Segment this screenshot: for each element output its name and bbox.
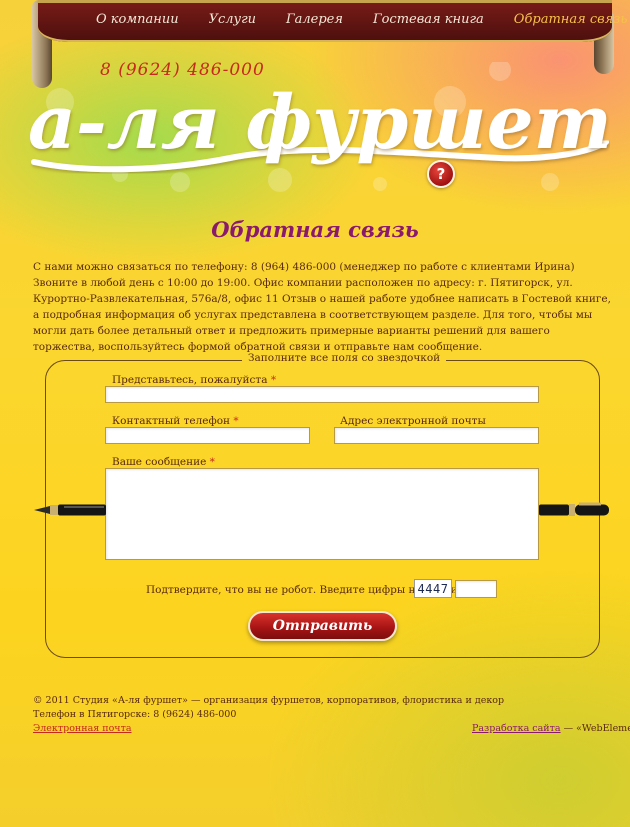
nav-item-about[interactable]: О компании — [96, 12, 179, 32]
email-input[interactable] — [334, 427, 539, 444]
header-phone: 8 (9624) 486-000 — [100, 60, 265, 80]
logo-text: а-ля фуршет — [30, 80, 610, 166]
footer-email-link[interactable]: Электронная почта — [33, 723, 132, 734]
help-button[interactable]: ? — [427, 160, 455, 188]
site-logo[interactable]: а-ля фуршет — [28, 59, 612, 192]
pen-left-decoration — [34, 504, 106, 516]
pen-right-decoration — [539, 502, 609, 516]
phone-label: Контактный телефон * — [112, 415, 239, 427]
required-mark: * — [270, 374, 277, 386]
captcha-input[interactable] — [455, 580, 497, 598]
phone-input[interactable] — [105, 427, 310, 444]
footer-email-wrap: Электронная почта — [33, 723, 132, 734]
phone-label-text: Контактный телефон — [112, 415, 231, 427]
footer-phone: Телефон в Пятигорске: 8 (9624) 486-000 — [33, 709, 237, 720]
nav-item-services[interactable]: Услуги — [209, 12, 256, 32]
main-nav: О компании Услуги Галерея Гостевая книга… — [96, 12, 627, 32]
page-title: Обратная связь — [211, 217, 419, 242]
message-label: Ваше сообщение * — [112, 456, 215, 468]
message-label-text: Ваше сообщение — [112, 456, 207, 468]
email-label: Адрес электронной почты — [340, 415, 486, 427]
logo-graphic: а-ля фуршет — [28, 59, 612, 192]
footer-copyright: © 2011 Студия «А-ля фуршет» — организаци… — [33, 695, 505, 706]
form-legend: Заполните все поля со звездочкой — [242, 352, 447, 364]
nav-item-feedback[interactable]: Обратная связь — [514, 12, 628, 32]
footer-developer: Разработка сайта — «WebElement» — [472, 723, 630, 734]
nav-item-gallery[interactable]: Галерея — [286, 12, 343, 32]
captcha-image: 4447 — [414, 579, 452, 598]
name-label: Представьтесь, пожалуйста * — [112, 374, 276, 386]
submit-button[interactable]: Отправить — [248, 611, 397, 641]
name-label-text: Представьтесь, пожалуйста — [112, 374, 268, 386]
required-mark: * — [209, 456, 215, 468]
developer-name: — «WebElement» — [563, 723, 630, 734]
intro-text: С нами можно связаться по телефону: 8 (9… — [33, 261, 611, 353]
message-textarea[interactable] — [105, 468, 539, 560]
name-input[interactable] — [105, 386, 539, 403]
developer-link[interactable]: Разработка сайта — [472, 723, 561, 734]
nav-item-guestbook[interactable]: Гостевая книга — [373, 12, 484, 32]
required-mark: * — [233, 415, 239, 427]
